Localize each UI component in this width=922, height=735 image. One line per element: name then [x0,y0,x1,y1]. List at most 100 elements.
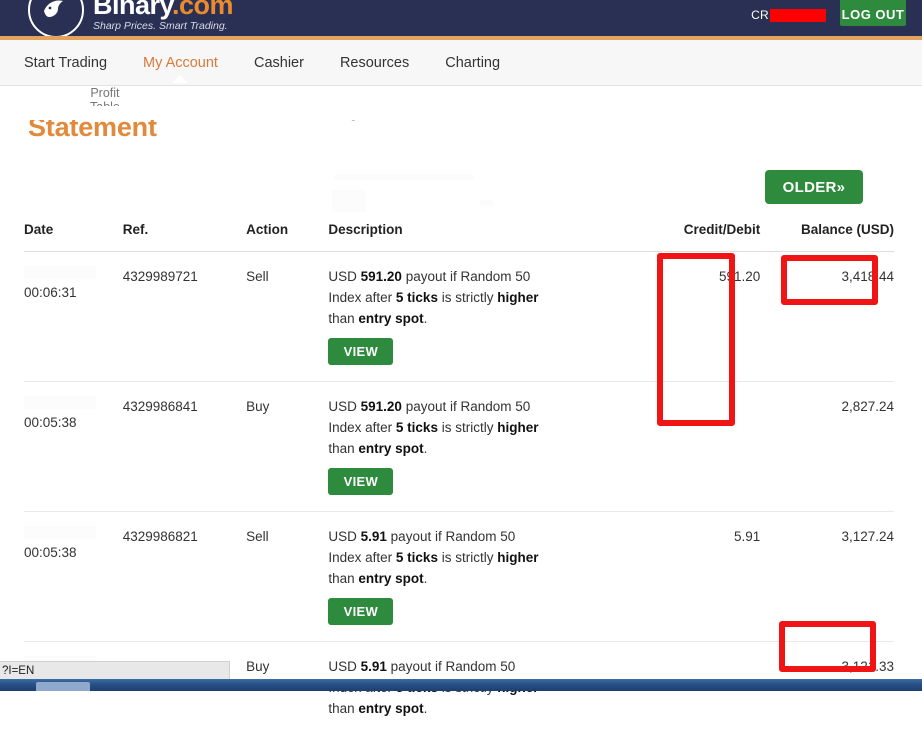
desc-line2-ticks: 5 ticks [396,420,438,435]
nav-item-charting[interactable]: Charting [445,55,500,71]
cell-ref: 4329989721 [123,252,246,382]
view-button[interactable]: VIEW [328,468,393,495]
page-title-clip-mask [0,106,922,120]
desc-line1-suffix: payout if Random 50 [402,399,530,414]
column-header-description[interactable]: Description [328,222,637,252]
desc-line1-prefix: USD [328,659,360,674]
nav-item-resources[interactable]: Resources [340,55,409,71]
desc-line2-mid: is strictly [438,550,497,565]
cell-time: 00:05:38 [24,542,123,563]
subnav-profit-table-line1: Profit [90,86,120,100]
desc-line1-prefix: USD [328,529,360,544]
cell-balance: 3,127.24 [760,512,894,642]
column-header-date[interactable]: Date [24,222,123,252]
cell-time: 00:05:38 [24,412,123,433]
cell-balance: 2,827.24 [760,382,894,512]
desc-line3-entry-spot: entry spot [358,701,423,716]
os-taskbar [0,679,922,691]
cell-credit-debit: 5.91 [637,512,760,642]
logo-text-block: Binary.com Sharp Prices. Smart Trading. [93,0,233,32]
desc-line3-entry-spot: entry spot [358,311,423,326]
cell-balance: 3,418.44 [760,252,894,382]
table-row: 00:06:31 4329989721 Sell USD 591.20 payo… [24,252,894,382]
logout-button[interactable]: LOG OUT [840,0,906,26]
cell-action: Buy [246,382,328,512]
bird-icon [41,0,69,21]
desc-line3-suffix: . [424,441,428,456]
nav-item-cashier[interactable]: Cashier [254,55,304,71]
ghost-content-block-2 [332,190,366,212]
view-button[interactable]: VIEW [328,338,393,365]
desc-line2-ticks: 5 ticks [396,550,438,565]
ghost-content-block-1 [334,174,474,180]
bird-logo-icon [28,0,84,36]
desc-line1-suffix: payout if Random 50 [387,529,515,544]
main-navigation: Start Trading My Account Cashier Resourc… [0,40,922,86]
desc-line2-ticks: 5 ticks [396,290,438,305]
nav-item-my-account[interactable]: My Account [143,55,218,71]
nav-item-start-trading[interactable]: Start Trading [24,55,107,71]
top-link-get-started[interactable]: GET STARTED [403,0,518,2]
logo-wordmark: Binary.com [93,0,233,19]
cell-ref: 4329986841 [123,382,246,512]
cell-action: Sell [246,512,328,642]
cell-date: 00:05:38 [24,512,123,642]
desc-line3-prefix: than [328,441,358,456]
desc-line2-comparator: higher [497,290,538,305]
view-button[interactable]: VIEW [328,598,393,625]
account-id-redaction-bar [770,9,826,22]
date-redaction-bar [24,266,96,279]
desc-line1-amount: 5.91 [361,529,387,544]
date-redaction-bar [24,396,96,409]
table-row: 00:05:38 4329986821 Sell USD 5.91 payout… [24,512,894,642]
top-header-links: WHY US? GET STARTED TAKE A TOUR TRADE [298,0,742,2]
table-row: 00:05:38 4329986841 Buy USD 591.20 payou… [24,382,894,512]
desc-line1-amount: 591.20 [361,399,402,414]
desc-line3-suffix: . [424,571,428,586]
nav-active-caret-icon [172,75,188,83]
desc-line1-suffix: payout if Random 50 [387,659,515,674]
cell-credit-debit: 591.20 [637,252,760,382]
desc-line3-suffix: . [424,701,428,716]
desc-line2-mid: is strictly [438,420,497,435]
column-header-credit-debit[interactable]: Credit/Debit [637,222,760,252]
cell-description: USD 591.20 payout if Random 50 Index aft… [328,382,637,512]
top-link-why-us[interactable]: WHY US? [298,0,373,2]
account-id-area: CR [751,8,826,22]
desc-line1-suffix: payout if Random 50 [402,269,530,284]
top-link-take-a-tour[interactable]: TAKE A TOUR [548,0,656,2]
table-header-row: Date Ref. Action Description Credit/Debi… [24,222,894,252]
cell-action: Sell [246,252,328,382]
column-header-ref[interactable]: Ref. [123,222,246,252]
taskbar-window-button[interactable] [36,682,90,691]
status-bar-text: ?I=EN [2,665,34,677]
desc-line2-mid: is strictly [438,290,497,305]
browser-status-bar: ?I=EN [0,661,230,679]
desc-line1-prefix: USD [328,269,360,284]
cell-time: 00:06:31 [24,282,123,303]
desc-line1-prefix: USD [328,399,360,414]
desc-line3-prefix: than [328,311,358,326]
column-header-action[interactable]: Action [246,222,328,252]
top-link-trade[interactable]: TRADE [686,0,742,2]
desc-line3-suffix: . [424,311,428,326]
desc-line2-comparator: higher [497,550,538,565]
ghost-content-block-3 [480,200,494,206]
desc-line3-prefix: than [328,701,358,716]
cell-ref: 4329986821 [123,512,246,642]
desc-line3-prefix: than [328,571,358,586]
desc-line1-amount: 591.20 [361,269,402,284]
desc-line2-prefix: Index after [328,420,396,435]
statement-table: Date Ref. Action Description Credit/Debi… [24,222,894,735]
desc-line2-prefix: Index after [328,550,396,565]
top-header-bar: Binary.com Sharp Prices. Smart Trading. … [0,0,922,36]
column-header-balance[interactable]: Balance (USD) [760,222,894,252]
statement-table-container: Date Ref. Action Description Credit/Debi… [24,222,894,735]
desc-line2-comparator: higher [497,420,538,435]
desc-line2-prefix: Index after [328,290,396,305]
site-logo[interactable]: Binary.com Sharp Prices. Smart Trading. [28,0,233,36]
older-pagination-button[interactable]: OLDER» [765,170,863,204]
cell-date: 00:05:38 [24,382,123,512]
account-id-label: CR [751,8,769,22]
logo-name-text: Binary [93,0,172,20]
